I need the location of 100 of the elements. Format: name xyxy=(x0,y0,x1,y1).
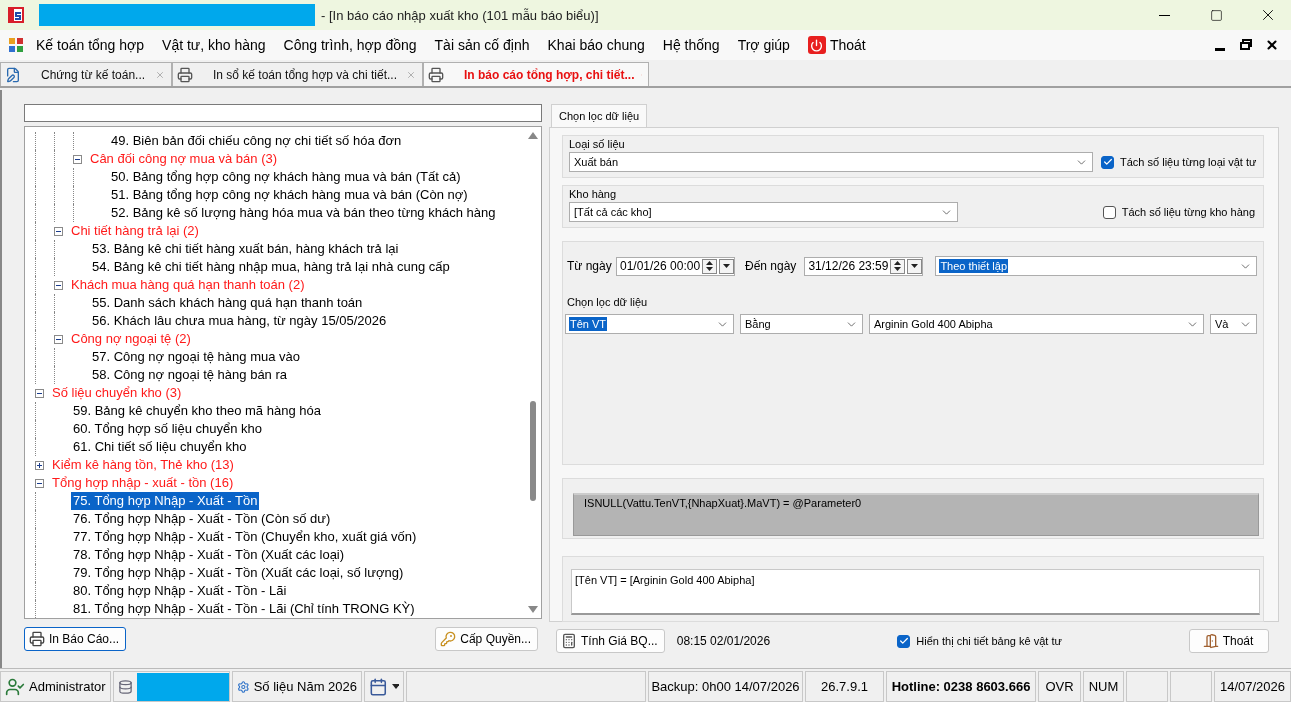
tree-item[interactable]: 55. Danh sách khách hàng quá hạn thanh toán xyxy=(90,294,365,312)
tree-group[interactable]: Kiểm kê hàng tồn, Thẻ kho (13) xyxy=(50,456,236,474)
tree-group[interactable]: Tổng hợp nhập - xuất - tồn (16) xyxy=(50,474,236,492)
spin-button[interactable] xyxy=(702,258,718,274)
calendar-icon[interactable] xyxy=(369,676,388,697)
tree-item[interactable]: 56. Khách lâu chưa mua hàng, từ ngày 15/05/2026 xyxy=(90,312,389,330)
window-title: - [In báo cáo nhập xuất kho (101 mẫu báo biểu)] xyxy=(321,7,599,23)
dropdown-button[interactable] xyxy=(719,258,735,274)
dropdown[interactable]: Arginin Gold 400 Abipha xyxy=(869,314,1204,334)
tree-item[interactable]: 59. Bảng kê chuyển kho theo mã hàng hóa xyxy=(71,402,323,420)
tab[interactable]: In báo cáo tổng hợp, chi tiết... xyxy=(423,62,649,86)
menu-item[interactable]: Khai báo chung xyxy=(538,33,654,57)
dropdown[interactable]: Và xyxy=(1210,314,1257,334)
menu-item[interactable]: Kế toán tổng hợp xyxy=(27,33,154,57)
tree-group[interactable]: Số liệu chuyển kho (3) xyxy=(50,384,184,402)
minimize-icon xyxy=(1215,47,1225,51)
group-label: Kho hàng xyxy=(569,188,617,200)
dropdown[interactable]: Xuất bán xyxy=(569,152,1093,172)
up-arrow-icon xyxy=(706,260,714,265)
checkbox[interactable] xyxy=(1101,155,1114,169)
date-field[interactable]: 31/12/26 23:59 xyxy=(804,256,924,276)
spin-button[interactable] xyxy=(890,258,906,274)
printer-icon xyxy=(428,66,444,83)
tree-item[interactable]: 52. Bảng kê số lượng hàng hóa mua và bán theo từng khách hàng xyxy=(109,204,498,222)
dropdown[interactable]: [Tất cả các kho] xyxy=(569,202,958,222)
tree-group[interactable]: Chi tiết hàng trả lại (2) xyxy=(69,222,201,240)
exit-menu[interactable]: Thoát xyxy=(798,33,875,57)
calculate-button[interactable]: Tính Giá BQ... xyxy=(556,629,665,653)
tree-item[interactable]: 75. Tổng hợp Nhập - Xuất - Tồn xyxy=(71,492,260,510)
menu-item[interactable]: Vật tư, kho hàng xyxy=(153,33,275,57)
tree-item[interactable]: 78. Tổng hợp Nhập - Xuất - Tồn (Xuất các loại) xyxy=(71,546,347,564)
scroll-thumb[interactable] xyxy=(530,401,536,501)
caret-icon[interactable] xyxy=(391,684,399,689)
printer-icon xyxy=(29,631,45,647)
printer-icon xyxy=(177,66,193,83)
checkbox-label: Hiển thị chi tiết bảng kê vật tư xyxy=(916,635,1062,647)
dropdown-button[interactable] xyxy=(907,258,923,274)
description-box: [Tên VT] = [Arginin Gold 400 Abipha] xyxy=(571,569,1260,615)
tree-item[interactable]: 61. Chi tiết số liệu chuyển kho xyxy=(71,438,249,456)
menu-item[interactable]: Hệ thống xyxy=(653,33,729,57)
expand-icon[interactable] xyxy=(35,460,44,470)
close-icon xyxy=(1265,38,1279,52)
minimize-icon xyxy=(1158,14,1170,16)
collapse-icon[interactable] xyxy=(35,388,44,398)
tree-item[interactable]: 50. Bảng tổng hợp công nợ khách hàng mua và bán (Tất cả) xyxy=(109,168,463,186)
checkbox-label: Tách số liệu từng loại vật tư xyxy=(1120,156,1257,168)
tree-item[interactable]: 79. Tổng hợp Nhập - Xuất - Tồn (Xuất các loại, số lượng) xyxy=(71,564,406,582)
tree-group[interactable]: Cân đối công nợ mua và bán (3) xyxy=(88,150,280,168)
dropdown[interactable]: Bằng xyxy=(740,314,863,334)
tree-item[interactable]: 77. Tổng hợp Nhập - Xuất - Tồn (Chuyển kho, xuất giá vốn) xyxy=(71,528,419,546)
date-field[interactable]: 01/01/26 00:00 xyxy=(616,256,735,276)
tab[interactable]: Chọn lọc dữ liệu xyxy=(551,104,648,127)
exit-button[interactable]: Thoát xyxy=(1189,629,1269,653)
checkbox[interactable] xyxy=(897,634,911,648)
collapse-icon[interactable] xyxy=(54,226,63,236)
tree-item[interactable]: 53. Bảng kê chi tiết hàng xuất bán, hàng khách trả lại xyxy=(90,240,401,258)
maximize-icon xyxy=(1209,8,1223,22)
tree-item[interactable]: 80. Tổng hợp Nhập - Xuất - Tồn - Lãi xyxy=(71,582,289,600)
menu-item[interactable]: Trợ giúp xyxy=(728,33,799,57)
scroll-down-icon[interactable] xyxy=(528,606,538,614)
expression-box: ISNULL(Vattu.TenVT,{NhapXuat}.MaVT) = @Parameter0 xyxy=(573,493,1259,536)
hotline: Hotline: 0238 8603.666 xyxy=(891,679,1031,694)
tab[interactable]: In sổ kế toán tổng hợp và chi tiết... xyxy=(172,62,423,86)
permission-button[interactable]: Cấp Quyền... xyxy=(435,627,538,651)
collapse-icon[interactable] xyxy=(54,334,63,344)
print-button[interactable]: In Báo Cáo... xyxy=(24,627,127,651)
collapse-icon[interactable] xyxy=(35,478,44,488)
scroll-up-icon[interactable] xyxy=(528,131,538,139)
power-icon xyxy=(807,36,826,54)
menu-item[interactable]: Tài sản cố định xyxy=(425,33,539,57)
app-menu-icon[interactable] xyxy=(8,37,24,53)
status-text: Backup: 0h00 14/07/2026 xyxy=(651,679,800,694)
status-text: NUM xyxy=(1088,679,1119,694)
dropdown[interactable]: Theo thiết lập xyxy=(935,256,1257,276)
tree-item[interactable]: 81. Tổng hợp Nhập - Xuất - Tồn - Lãi (Chỉ tính TRONG KỲ) xyxy=(71,600,417,618)
data-year: Số liệu Năm 2026 xyxy=(253,679,357,694)
user-name: Administrator xyxy=(29,679,106,694)
tree-item[interactable]: 49. Biên bản đối chiếu công nợ chi tiết số hóa đơn xyxy=(109,132,404,150)
collapse-icon[interactable] xyxy=(54,280,63,290)
tree-item[interactable]: 58. Công nợ ngoại tệ hàng bán ra xyxy=(90,366,289,384)
up-arrow-icon xyxy=(894,260,902,265)
tree-item[interactable]: 76. Tổng hợp Nhập - Xuất - Tồn (Còn số dư) xyxy=(71,510,333,528)
status-text: 14/07/2026 xyxy=(1219,679,1286,694)
tab[interactable]: Chứng từ kế toán... xyxy=(0,62,172,86)
tree-group[interactable]: Khách mua hàng quá hạn thanh toán (2) xyxy=(69,276,307,294)
status-cell xyxy=(1126,671,1168,702)
status-text: 26.7.9.1 xyxy=(821,679,868,694)
from-label: Từ ngày xyxy=(567,259,612,273)
menu-item[interactable]: Công trình, hợp đồng xyxy=(274,33,426,57)
tree-item[interactable]: 60. Tổng hợp số liệu chuyển kho xyxy=(71,420,264,438)
status-cell xyxy=(1170,671,1212,702)
collapse-icon[interactable] xyxy=(73,154,82,164)
checkbox[interactable] xyxy=(1102,205,1116,219)
tree-item[interactable]: 51. Bảng tổng hợp công nợ khách hàng mua và bán (Còn nợ) xyxy=(109,186,470,204)
down-arrow-icon xyxy=(894,267,902,272)
tree-item[interactable]: 54. Bảng kê chi tiết hàng nhập mua, hàng trả lại nhà cung cấp xyxy=(90,258,452,276)
dropdown[interactable]: Tên VT xyxy=(565,314,734,334)
tree-item[interactable]: 57. Công nợ ngoại tệ hàng mua vào xyxy=(90,348,302,366)
search-field[interactable] xyxy=(24,104,542,122)
tree-group[interactable]: Công nợ ngoại tệ (2) xyxy=(69,330,193,348)
